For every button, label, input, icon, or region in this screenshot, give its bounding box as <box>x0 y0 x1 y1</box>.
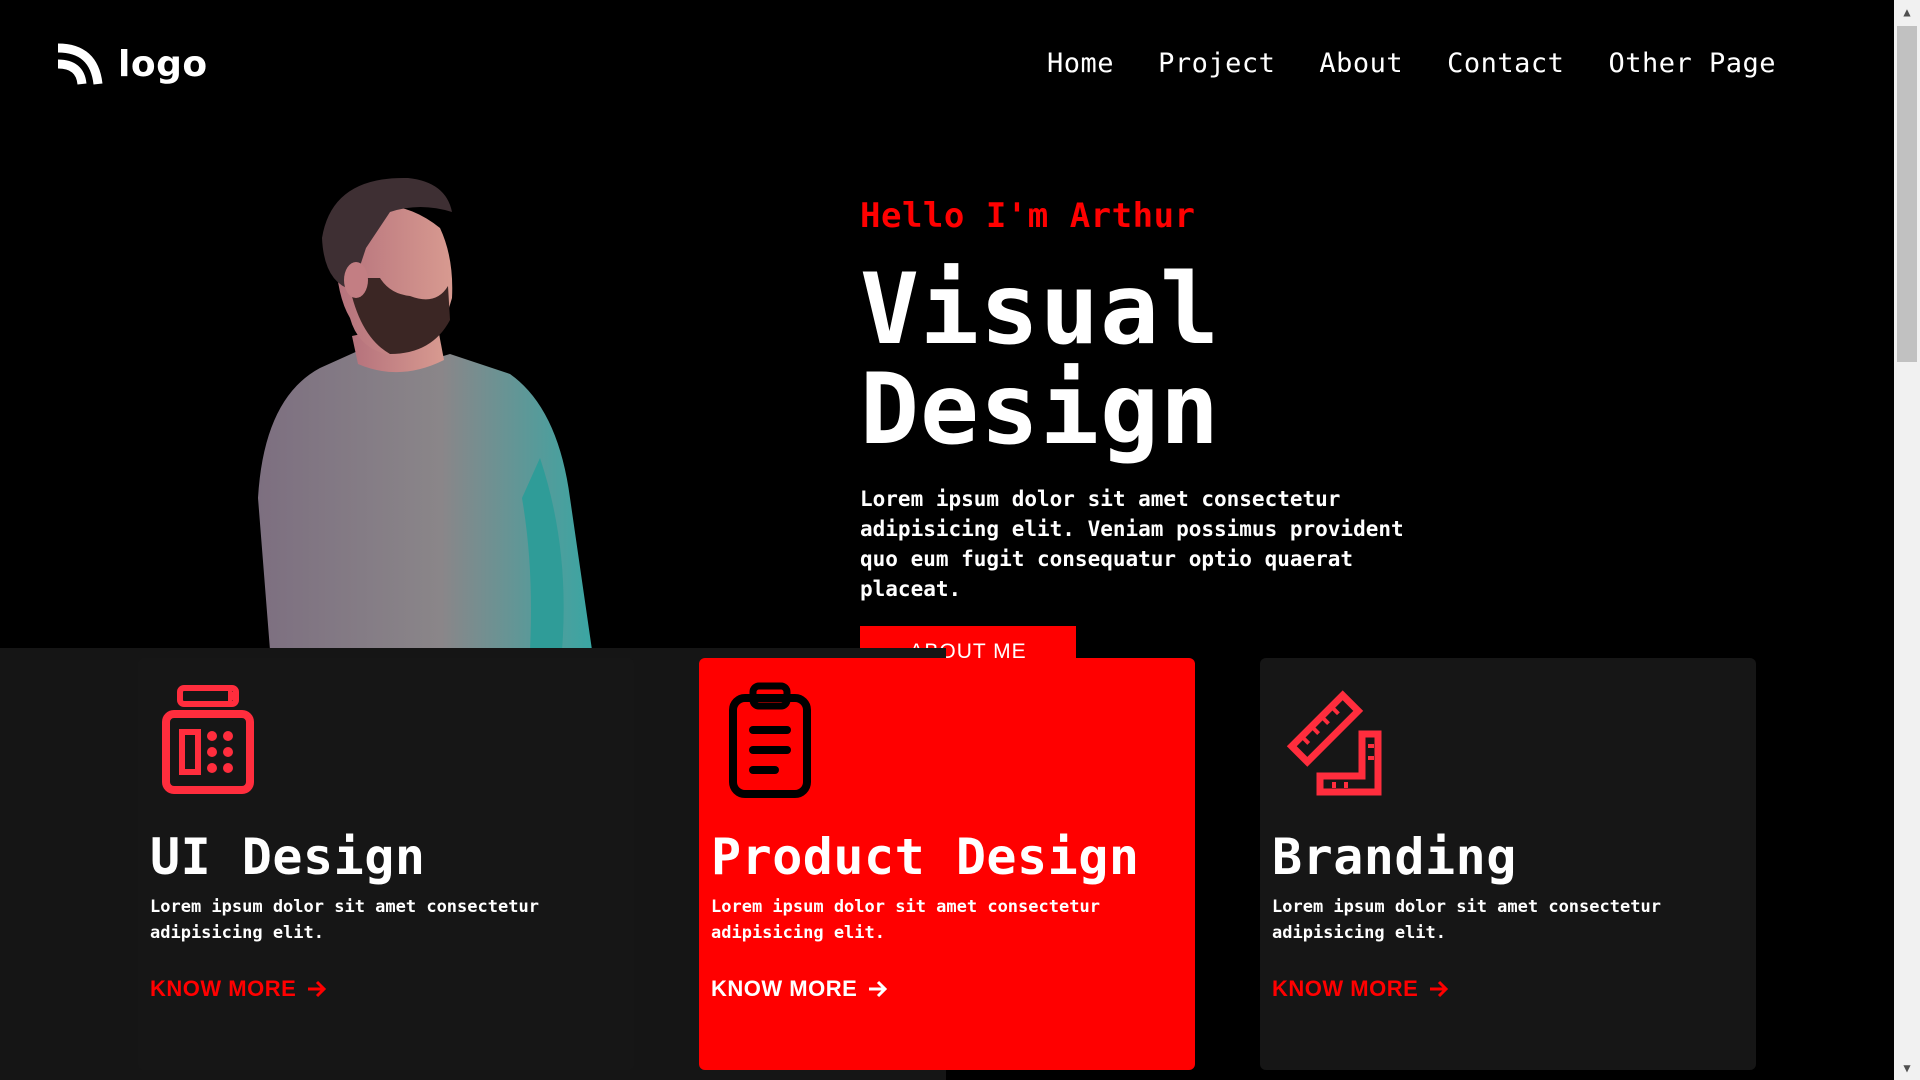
nav-contact[interactable]: Contact <box>1447 48 1564 79</box>
page: logo Home Project About Contact Other Pa… <box>0 0 1894 1080</box>
hero-greeting: Hello I'm Arthur <box>860 196 1196 236</box>
hero-description: Lorem ipsum dolor sit amet consectetur a… <box>860 487 1404 601</box>
calculator-icon <box>162 685 254 794</box>
main-nav: Home Project About Contact Other Page <box>1047 48 1776 79</box>
card-title: Product Design <box>711 828 1140 886</box>
hero: Hello I'm Arthur Visual Design Lorem ips… <box>860 196 1620 678</box>
scroll-down-icon[interactable]: ▼ <box>1894 1056 1920 1080</box>
card-description: Lorem ipsum dolor sit amet consectetur a… <box>150 897 539 943</box>
logo-icon <box>57 43 103 85</box>
service-card-product-design[interactable]: Product Design Lorem ipsum dolor sit ame… <box>699 658 1195 1070</box>
know-more-link[interactable]: KNOW MORE <box>1272 976 1450 1002</box>
nav-home[interactable]: Home <box>1047 48 1114 79</box>
know-more-label: KNOW MORE <box>1272 976 1419 1001</box>
clipboard-icon <box>729 682 811 798</box>
know-more-label: KNOW MORE <box>711 976 858 1001</box>
card-description: Lorem ipsum dolor sit amet consectetur a… <box>711 897 1100 943</box>
ruler-icon <box>1286 690 1382 796</box>
scroll-up-icon[interactable]: ▲ <box>1894 0 1920 24</box>
portrait-image <box>258 177 592 650</box>
card-description: Lorem ipsum dolor sit amet consectetur a… <box>1272 897 1661 943</box>
know-more-link[interactable]: KNOW MORE <box>711 976 889 1002</box>
card-title: UI Design <box>150 828 426 886</box>
card-title: Branding <box>1272 828 1517 886</box>
service-card-ui-design[interactable]: UI Design Lorem ipsum dolor sit amet con… <box>138 658 634 1070</box>
vertical-scrollbar[interactable]: ▲ ▼ <box>1894 0 1920 1080</box>
service-card-branding[interactable]: Branding Lorem ipsum dolor sit amet cons… <box>1260 658 1756 1070</box>
scrollbar-thumb[interactable] <box>1897 26 1917 362</box>
arrow-right-icon <box>1430 980 1449 998</box>
know-more-label: KNOW MORE <box>150 976 297 1001</box>
nav-about[interactable]: About <box>1319 48 1403 79</box>
nav-project[interactable]: Project <box>1158 48 1275 79</box>
know-more-link[interactable]: KNOW MORE <box>150 976 328 1002</box>
logo[interactable]: logo <box>54 40 208 88</box>
hero-title: Visual Design <box>860 253 1221 467</box>
nav-other-page[interactable]: Other Page <box>1608 48 1776 79</box>
arrow-right-icon <box>308 980 327 998</box>
arrow-right-icon <box>869 980 888 998</box>
logo-text: logo <box>118 43 208 85</box>
